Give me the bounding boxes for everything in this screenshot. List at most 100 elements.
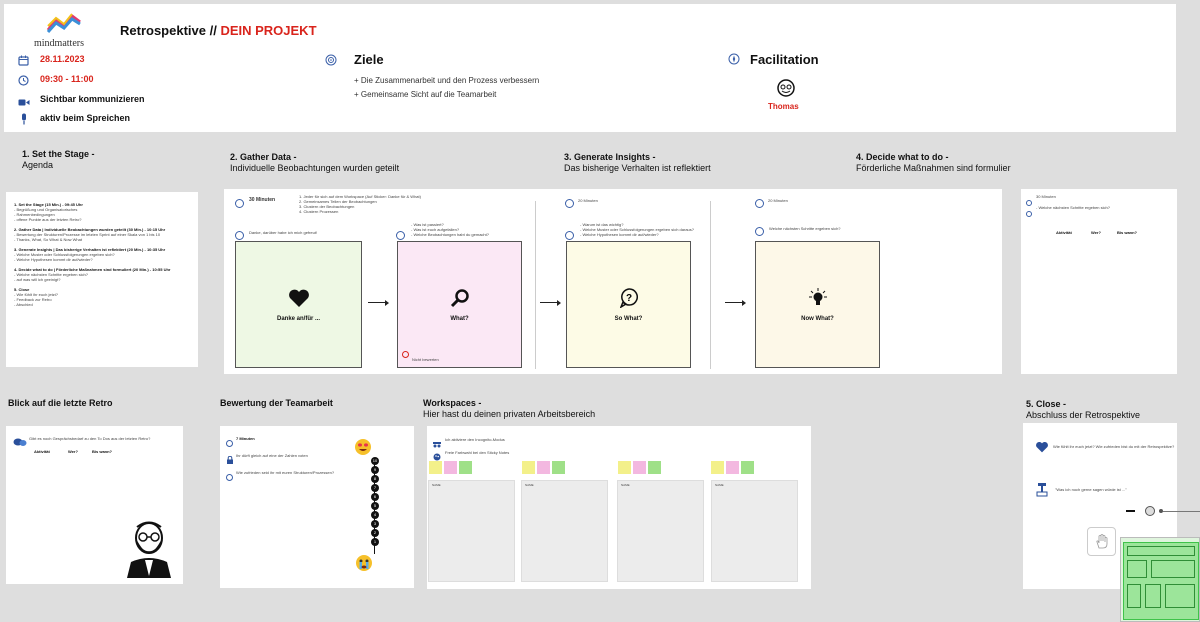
col-who: Wer? bbox=[1091, 230, 1101, 235]
team-rating-card[interactable]: 7 Minuten Ihr dürft gleich auf eine der … bbox=[220, 426, 414, 588]
section-2-heading: 2. Gather Data - Individuelle Beobachtun… bbox=[230, 152, 400, 173]
crying-face-icon bbox=[355, 554, 373, 577]
section-4-heading: 4. Decide what to do - Förderliche Maßna… bbox=[856, 152, 1011, 173]
minimap[interactable] bbox=[1120, 537, 1200, 622]
agenda-item: 2. Gather Data | Individuelle Beobachtun… bbox=[14, 227, 166, 242]
scale-3[interactable]: 3 bbox=[371, 520, 379, 528]
no-judging-note: Nicht bewerten bbox=[412, 357, 439, 362]
agenda-item: 3. Generate Insights | Das bisherige Ver… bbox=[14, 247, 166, 262]
hand-icon bbox=[1095, 534, 1107, 549]
video-camera-icon bbox=[18, 94, 30, 112]
sticky-note[interactable] bbox=[648, 461, 661, 474]
rating-minutes: 7 Minuten bbox=[236, 436, 255, 441]
question-icon bbox=[1026, 204, 1032, 222]
scale-1[interactable]: 1 bbox=[371, 538, 379, 546]
zoom-slider[interactable] bbox=[1145, 505, 1200, 517]
so-what-card[interactable]: ? So What? bbox=[566, 241, 691, 368]
insights-minutes: 20 Minuten bbox=[578, 198, 598, 203]
insights-questions: - Warum ist das wichtig? - Welche Muster… bbox=[580, 222, 694, 237]
workspace-column[interactable]: NAME bbox=[711, 480, 798, 582]
goal-2: + Gemeinsame Sicht auf die Teamarbeit bbox=[354, 90, 497, 99]
question-icon bbox=[226, 468, 233, 486]
info-speaking-text: aktiv beim Spreichen bbox=[40, 113, 131, 123]
heart-icon bbox=[1035, 440, 1049, 458]
sticky-note[interactable] bbox=[444, 461, 457, 474]
sticky-note[interactable] bbox=[537, 461, 550, 474]
workspace-column[interactable]: NAME bbox=[521, 480, 608, 582]
col-activity: Aktivität bbox=[1056, 230, 1072, 235]
chat-bubble-icon bbox=[13, 434, 27, 452]
ws-line2: Freie Farbwahl bei den Sticky Notes bbox=[445, 450, 510, 455]
agenda-card[interactable]: 1. Set the Stage (15 Min.) - 09:45 Uhr -… bbox=[6, 192, 198, 367]
s4-minutes: 30 Minuten bbox=[1036, 194, 1056, 199]
clock-icon bbox=[565, 195, 574, 213]
gather-steps: 1. Jeder für sich auf dem Workspace (Auf… bbox=[299, 194, 421, 214]
svg-text:?: ? bbox=[625, 293, 631, 304]
question-icon bbox=[755, 223, 764, 241]
sticky-note[interactable] bbox=[633, 461, 646, 474]
scale-2[interactable]: 2 bbox=[371, 529, 379, 537]
goals-title: Ziele bbox=[354, 52, 384, 67]
project-name: DEIN PROJEKT bbox=[220, 23, 317, 38]
header-panel: mindmatters Retrospektive // DEIN PROJEK… bbox=[4, 4, 1176, 132]
scale-10[interactable]: 10 bbox=[371, 457, 379, 465]
scale-5[interactable]: 5 bbox=[371, 502, 379, 510]
scale-8[interactable]: 8 bbox=[371, 475, 379, 483]
compass-icon bbox=[728, 52, 740, 70]
sticky-note[interactable] bbox=[726, 461, 739, 474]
thanks-card[interactable]: Danke an/für ... bbox=[235, 241, 362, 368]
agenda-item: 1. Set the Stage (15 Min.) - 09:45 Uhr -… bbox=[14, 202, 83, 222]
workspaces-heading: Workspaces - Hier hast du deinen private… bbox=[423, 398, 596, 419]
goal-1: + Die Zusammenarbeit und den Prozess ver… bbox=[354, 76, 540, 85]
ws-line1: Ich aktiviere den Incognito-Modus bbox=[445, 437, 505, 442]
hand-tool-button[interactable] bbox=[1087, 527, 1116, 556]
scale-7[interactable]: 7 bbox=[371, 484, 379, 492]
col-who: Wer? bbox=[68, 449, 78, 454]
sticky-note[interactable] bbox=[618, 461, 631, 474]
heart-icon bbox=[288, 289, 309, 307]
arrow-right-icon bbox=[725, 299, 746, 306]
sticky-note[interactable] bbox=[522, 461, 535, 474]
arrow-right-icon bbox=[368, 299, 389, 306]
scale-9[interactable]: 9 bbox=[371, 466, 379, 474]
target-icon bbox=[325, 53, 337, 71]
podium-icon bbox=[1036, 483, 1048, 502]
blick-question: Gibt es noch Gesprächsbedarf zu den To D… bbox=[29, 436, 151, 441]
logo: mindmatters bbox=[34, 12, 94, 49]
sticky-set bbox=[429, 461, 472, 474]
what-questions: - Was ist passiert? - Was ist euch aufge… bbox=[411, 222, 489, 237]
page-title: Retrospektive // DEIN PROJEKT bbox=[120, 23, 317, 38]
facilitator-avatar bbox=[777, 79, 795, 102]
next-steps-card[interactable]: 30 Minuten - Welche nächsten Schritte er… bbox=[1021, 189, 1177, 374]
scale-6[interactable]: 6 bbox=[371, 493, 379, 501]
close-question-2: "Was ich noch gerne sagen würde ist ..." bbox=[1055, 487, 1127, 492]
zoom-out-icon[interactable] bbox=[1126, 510, 1135, 512]
calendar-icon bbox=[18, 53, 29, 71]
last-retro-card[interactable]: Gibt es noch Gesprächsbedarf zu den To D… bbox=[6, 426, 183, 584]
workspace-column[interactable]: NAME bbox=[428, 480, 515, 582]
lightbulb-icon bbox=[808, 287, 827, 305]
retro-main-board[interactable]: 30 Minuten 1. Jeder für sich auf dem Wor… bbox=[224, 189, 1002, 374]
sticky-set bbox=[522, 461, 565, 474]
bearded-man-illustration bbox=[123, 518, 175, 583]
rating-line1: Ihr dürft gleich auf eine der Zahlen vot… bbox=[236, 453, 308, 458]
sticky-note[interactable] bbox=[459, 461, 472, 474]
microphone-icon bbox=[20, 112, 28, 130]
sticky-note[interactable] bbox=[741, 461, 754, 474]
decide-question: Welche nächsten Schritte ergeben sich? bbox=[769, 226, 841, 231]
workspaces-card[interactable]: Ich aktiviere den Incognito-Modus Freie … bbox=[427, 426, 811, 589]
sticky-note[interactable] bbox=[552, 461, 565, 474]
time-text: 09:30 - 11:00 bbox=[40, 74, 94, 84]
what-card[interactable]: What? Nicht bewerten bbox=[397, 241, 522, 368]
gather-minutes: 30 Minuten bbox=[249, 197, 276, 203]
sticky-set bbox=[618, 461, 661, 474]
sticky-note[interactable] bbox=[429, 461, 442, 474]
col-until: Bis wann? bbox=[1117, 230, 1138, 235]
sticky-note[interactable] bbox=[711, 461, 724, 474]
clock-icon bbox=[755, 195, 764, 213]
workspace-column[interactable]: NAME bbox=[617, 480, 704, 582]
rating-scale: 10 9 8 7 6 5 4 3 2 1 bbox=[368, 456, 382, 554]
scale-4[interactable]: 4 bbox=[371, 511, 379, 519]
clock-icon bbox=[235, 195, 244, 213]
now-what-card[interactable]: Now What? bbox=[755, 241, 880, 368]
